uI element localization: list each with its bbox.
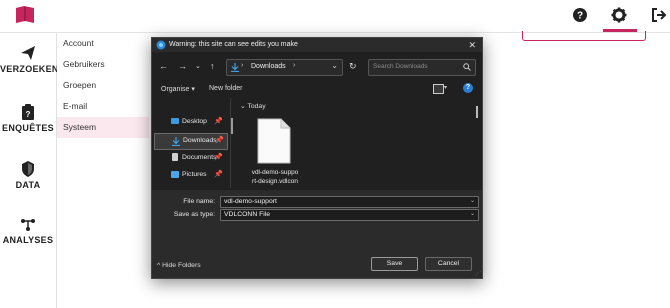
paper-plane-icon xyxy=(21,46,35,60)
clipboard-icon: ? xyxy=(22,104,34,120)
network-icon xyxy=(21,219,35,231)
help-icon[interactable]: ? xyxy=(572,7,588,23)
search-icon xyxy=(463,63,471,71)
new-folder-button[interactable]: New folder xyxy=(209,85,242,92)
app-header: ? xyxy=(0,0,670,33)
save-type-value: VDLCONN File xyxy=(224,211,271,218)
pin-icon[interactable]: 📌 xyxy=(214,117,223,125)
pin-icon[interactable]: 📌 xyxy=(214,153,223,161)
chevron-down-icon[interactable]: ⌄ xyxy=(470,210,475,217)
file-name-field[interactable]: vdl-demo-support ⌄ xyxy=(220,196,479,208)
help-icon[interactable]: ? xyxy=(463,83,473,93)
chevron-down-icon[interactable]: ⌄ xyxy=(470,197,475,204)
cancel-button[interactable]: Cancel xyxy=(425,257,472,271)
partial-outline-button[interactable] xyxy=(522,31,646,41)
tree-item-label: Documents xyxy=(182,154,217,161)
svg-text:?: ? xyxy=(26,110,31,119)
breadcrumb-separator-icon: › xyxy=(293,62,296,69)
search-input[interactable]: Search Downloads xyxy=(368,59,476,76)
rail-label: DATA xyxy=(15,180,41,190)
subnav-item-groepen[interactable]: Groepen xyxy=(57,75,149,96)
organise-button[interactable]: Organise ▾ xyxy=(161,85,195,93)
tree-item-label: Pictures xyxy=(182,171,207,178)
hide-folders-button[interactable]: ^ Hide Folders xyxy=(157,262,201,269)
view-options-icon[interactable] xyxy=(433,84,444,94)
dialog-toolbar: Organise ▾ New folder ▾ ? xyxy=(152,82,482,96)
pin-icon[interactable]: 📌 xyxy=(214,170,223,178)
subnav-item-email[interactable]: E-mail xyxy=(57,96,149,117)
tree-item-documents[interactable]: Documents 📌 xyxy=(154,151,226,166)
desktop-folder-icon xyxy=(171,118,179,124)
pictures-icon xyxy=(171,171,179,178)
file-name-line: vdl-demo-suppo xyxy=(251,169,299,176)
gear-icon[interactable] xyxy=(611,7,627,23)
settings-subnav: Account Gebruikers Groepen E-mail Systee… xyxy=(57,33,149,308)
rail-item-data[interactable]: DATA xyxy=(0,161,56,190)
search-placeholder: Search Downloads xyxy=(373,63,428,70)
address-bar[interactable]: › Downloads › ⌄ xyxy=(226,59,343,76)
save-type-label: Save as type: xyxy=(173,211,215,218)
dialog-title-bar[interactable]: Warning: this site can see edits you mak… xyxy=(152,38,482,52)
file-name-line: rt-design.vdlcon xyxy=(252,178,298,185)
file-list-scrollbar[interactable] xyxy=(476,106,478,118)
group-header-label: Today xyxy=(247,103,266,110)
file-name-value: vdl-demo-support xyxy=(224,198,277,205)
tree-item-label: Downloads xyxy=(183,137,217,144)
browser-icon xyxy=(156,40,166,50)
rail-label: VERZOEKEN xyxy=(0,64,59,74)
subnav-item-gebruikers[interactable]: Gebruikers xyxy=(57,54,149,75)
organise-label: Organise xyxy=(161,86,190,93)
close-icon[interactable]: ✕ xyxy=(468,40,476,51)
shield-icon xyxy=(22,161,34,177)
save-options-pane: File name: vdl-demo-support ⌄ Save as ty… xyxy=(152,190,482,278)
forward-arrow-icon[interactable]: → xyxy=(178,61,187,71)
chevron-down-icon[interactable]: ⌄ xyxy=(331,61,338,70)
rail-item-analyses[interactable]: ANALYSES xyxy=(0,218,56,245)
group-header-today[interactable]: ⌄ Today xyxy=(240,102,266,110)
dialog-title: Warning: this site can see edits you mak… xyxy=(169,41,298,48)
file-icon[interactable] xyxy=(257,118,291,164)
save-file-dialog: Warning: this site can see edits you mak… xyxy=(151,37,483,279)
nav-rail: VERZOEKEN ? ENQUÊTES DATA ANALYSES xyxy=(0,33,59,308)
rail-label: ENQUÊTES xyxy=(2,123,54,133)
chevron-down-icon[interactable]: ▾ xyxy=(444,84,447,91)
subnav-item-systeem[interactable]: Systeem xyxy=(57,117,149,138)
app-logo[interactable] xyxy=(15,6,35,24)
navigation-pane: Desktop 📌 Downloads 📌 Documents 📌 Pictur… xyxy=(152,114,232,189)
chevron-down-icon[interactable]: ⌄ xyxy=(195,62,201,70)
up-arrow-icon[interactable]: ↑ xyxy=(210,61,215,71)
address-path: Downloads xyxy=(251,63,286,70)
back-arrow-icon[interactable]: ← xyxy=(159,61,168,71)
breadcrumb-separator-icon: › xyxy=(241,62,244,69)
tree-item-downloads[interactable]: Downloads 📌 xyxy=(154,133,228,150)
pin-icon[interactable]: 📌 xyxy=(215,136,224,144)
tree-item-pictures[interactable]: Pictures 📌 xyxy=(154,168,226,183)
resize-grip-icon[interactable]: ⋰ xyxy=(475,270,481,277)
tree-item-label: Desktop xyxy=(182,118,207,125)
logout-icon[interactable] xyxy=(651,7,667,23)
rail-item-enquetes[interactable]: ? ENQUÊTES xyxy=(0,104,56,133)
save-button[interactable]: Save xyxy=(371,257,418,271)
hide-folders-label: Hide Folders xyxy=(162,262,201,269)
navigation-bar: ← → ⌄ ↑ › Downloads › ⌄ ↻ Search Downloa… xyxy=(152,58,482,76)
save-type-select[interactable]: VDLCONN File ⌄ xyxy=(220,209,479,221)
subnav-item-account[interactable]: Account xyxy=(57,33,149,54)
refresh-icon[interactable]: ↻ xyxy=(349,61,357,72)
download-icon xyxy=(172,137,180,146)
rail-label: ANALYSES xyxy=(2,235,54,245)
rail-item-verzoeken[interactable]: VERZOEKEN xyxy=(0,45,59,74)
download-icon xyxy=(231,63,239,72)
file-item-name[interactable]: vdl-demo-suppo rt-design.vdlcon xyxy=(244,168,306,186)
tree-item-desktop[interactable]: Desktop 📌 xyxy=(154,115,226,130)
file-name-label: File name: xyxy=(183,198,215,205)
svg-text:?: ? xyxy=(577,11,583,22)
documents-icon xyxy=(172,153,178,161)
